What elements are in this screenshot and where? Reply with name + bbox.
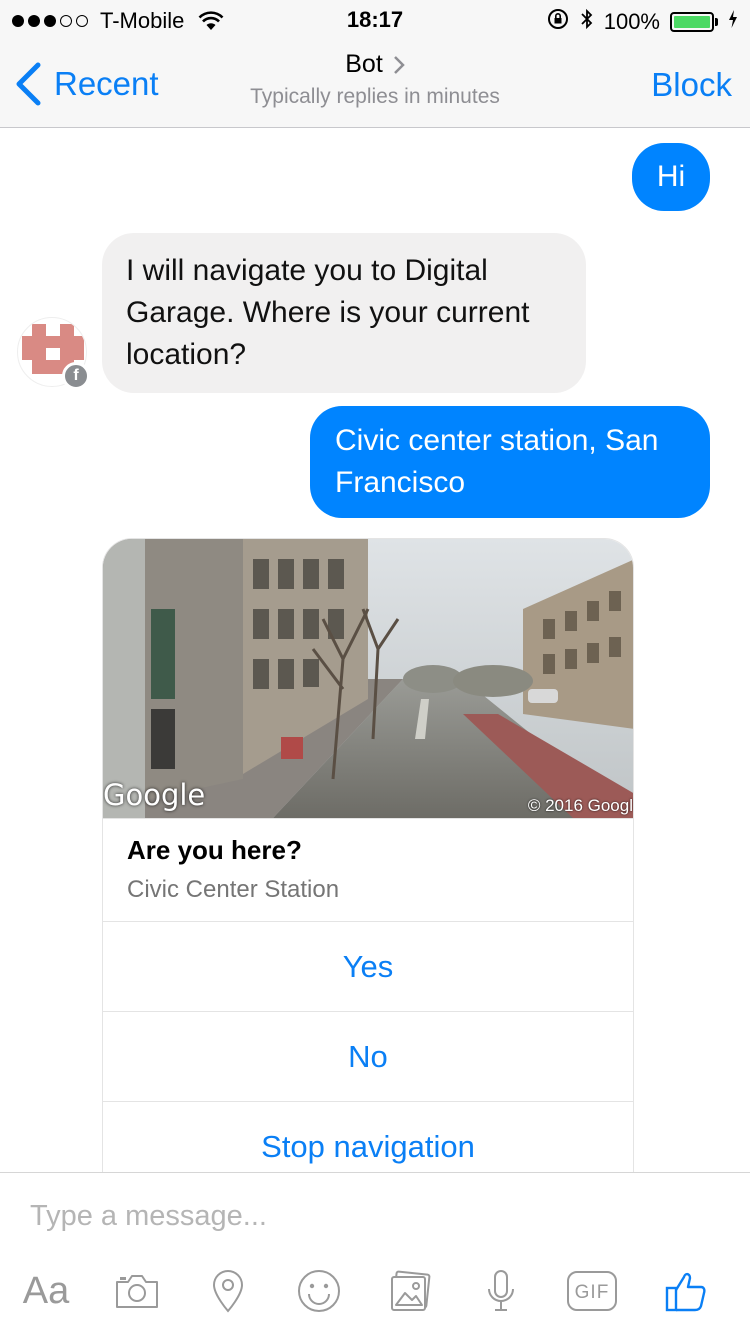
facebook-badge-icon: f [62, 362, 90, 390]
location-card: Google © 2016 Googl Are you here? Civic … [102, 538, 634, 1172]
street-view-image[interactable]: Google © 2016 Googl [103, 539, 633, 818]
incoming-message[interactable]: I will navigate you to Digital Garage. W… [102, 233, 586, 393]
image-copyright: © 2016 Googl [527, 796, 633, 815]
gallery-button[interactable] [380, 1261, 440, 1321]
smiley-icon [298, 1270, 340, 1312]
charging-bolt-icon [728, 9, 738, 35]
gif-button[interactable]: GIF [562, 1261, 622, 1321]
text-format-button[interactable]: Aa [16, 1261, 76, 1321]
like-button[interactable] [656, 1261, 716, 1321]
card-title: Are you here? [127, 835, 302, 865]
message-composer: Aa [0, 1172, 750, 1334]
chevron-right-icon [393, 55, 405, 74]
card-subtitle: Civic Center Station [127, 876, 340, 903]
message-input[interactable] [30, 1193, 720, 1239]
outgoing-message[interactable]: Civic center station, San Francisco [310, 406, 710, 518]
camera-icon [116, 1275, 158, 1308]
thumbs-up-icon [665, 1272, 706, 1312]
conversation-header[interactable]: Bot Typically replies in minutes [0, 50, 750, 109]
navigation-bar: Recent Bot Typically replies in minutes … [0, 40, 750, 128]
status-right: 100% [546, 7, 738, 37]
contact-name: Bot [345, 50, 383, 78]
aa-label: Aa [22, 1269, 70, 1312]
composer-toolbar: Aa GIF [0, 1261, 750, 1321]
stop-navigation-button[interactable]: Stop navigation [103, 1102, 633, 1172]
emoji-button[interactable] [289, 1261, 349, 1321]
chat-thread[interactable]: Hi I will navigate you to Digital Garage… [0, 129, 750, 1172]
status-bar: T-Mobile 18:17 100% [0, 0, 750, 40]
photo-gallery-icon [391, 1270, 431, 1311]
svg-text:GIF: GIF [575, 1282, 610, 1303]
location-pin-icon [212, 1270, 244, 1313]
no-button[interactable]: No [103, 1012, 633, 1102]
yes-button[interactable]: Yes [103, 922, 633, 1012]
location-button[interactable] [198, 1261, 258, 1321]
card-info: Are you here? Civic Center Station [103, 818, 633, 922]
battery-icon [670, 12, 718, 32]
reply-time-subtitle: Typically replies in minutes [250, 85, 500, 108]
camera-button[interactable] [107, 1261, 167, 1321]
gif-icon: GIF [567, 1271, 617, 1311]
messenger-screen: T-Mobile 18:17 100% Recent Bot Typically… [0, 0, 750, 1334]
microphone-icon [488, 1270, 514, 1311]
voice-button[interactable] [471, 1261, 531, 1321]
block-button[interactable]: Block [651, 66, 732, 104]
battery-percent: 100% [603, 9, 660, 34]
bluetooth-icon [580, 7, 594, 37]
outgoing-message[interactable]: Hi [632, 143, 710, 211]
rotation-lock-icon [546, 7, 570, 37]
google-logo: Google [103, 778, 206, 812]
